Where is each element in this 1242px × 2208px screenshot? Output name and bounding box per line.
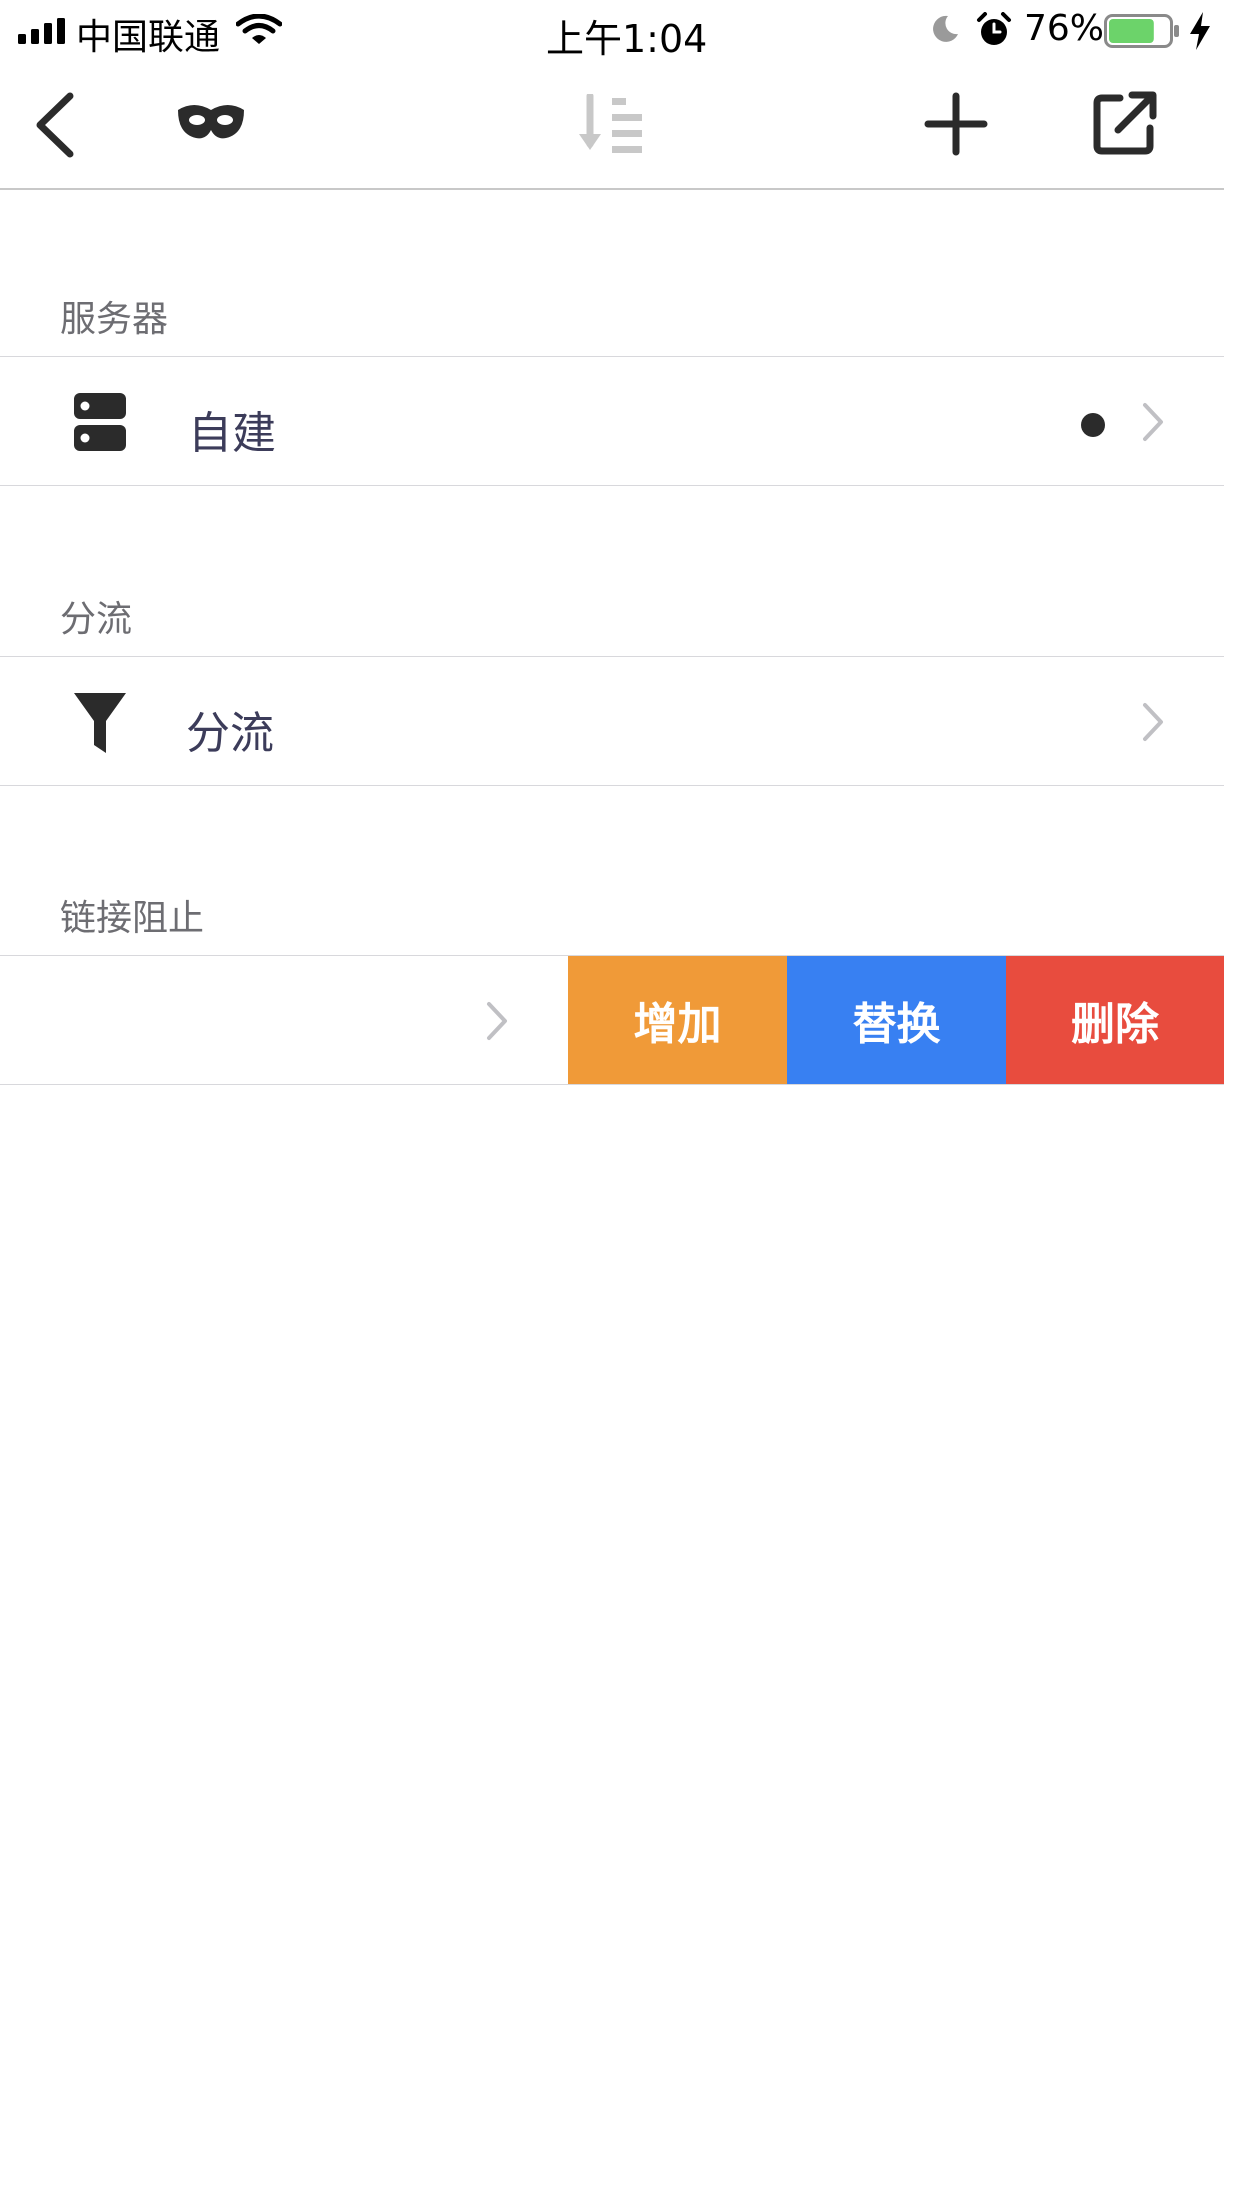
cellular-signal-icon — [18, 18, 65, 44]
routing-section-header: 分流 — [60, 599, 133, 640]
block-row[interactable]: 增加 替换 删除 — [0, 955, 1224, 1085]
server-section-header: 服务器 — [60, 299, 169, 340]
routing-row[interactable]: 分流 — [0, 656, 1224, 786]
chevron-right-icon — [1143, 703, 1163, 741]
app-screen: 中国联通 上午1:04 76% 服务器 自建 分流 分流 链接阻止 增加 替换 … — [0, 0, 1242, 2208]
sort-icon[interactable] — [578, 94, 644, 156]
battery-fill — [1109, 19, 1154, 43]
server-row-label: 自建 — [188, 408, 276, 459]
charging-bolt-icon — [1190, 12, 1210, 50]
server-row[interactable]: 自建 — [0, 356, 1224, 486]
delete-action-button[interactable]: 删除 — [1006, 956, 1224, 1084]
alarm-clock-icon — [977, 12, 1011, 45]
mask-icon[interactable] — [176, 100, 246, 144]
server-icon — [74, 393, 126, 451]
nav-bar — [0, 60, 1224, 190]
add-action-button[interactable]: 增加 — [568, 956, 787, 1084]
status-time: 上午1:04 — [546, 17, 708, 61]
carrier-name: 中国联通 — [76, 17, 221, 58]
battery-icon — [1104, 14, 1179, 48]
chevron-right-icon — [1143, 403, 1163, 441]
chevron-right-icon — [487, 1002, 507, 1040]
replace-action-button[interactable]: 替换 — [787, 956, 1006, 1084]
do-not-disturb-moon-icon — [933, 15, 958, 42]
share-icon[interactable] — [1092, 90, 1158, 156]
back-chevron-icon[interactable] — [30, 90, 80, 160]
status-dot — [1081, 413, 1105, 437]
plus-icon[interactable] — [924, 92, 988, 156]
status-bar: 中国联通 上午1:04 76% — [0, 0, 1242, 61]
routing-row-label: 分流 — [186, 708, 274, 759]
battery-percent: 76% — [1024, 8, 1105, 49]
funnel-icon — [74, 693, 126, 753]
wifi-icon — [236, 14, 282, 44]
block-section-header: 链接阻止 — [60, 898, 205, 939]
